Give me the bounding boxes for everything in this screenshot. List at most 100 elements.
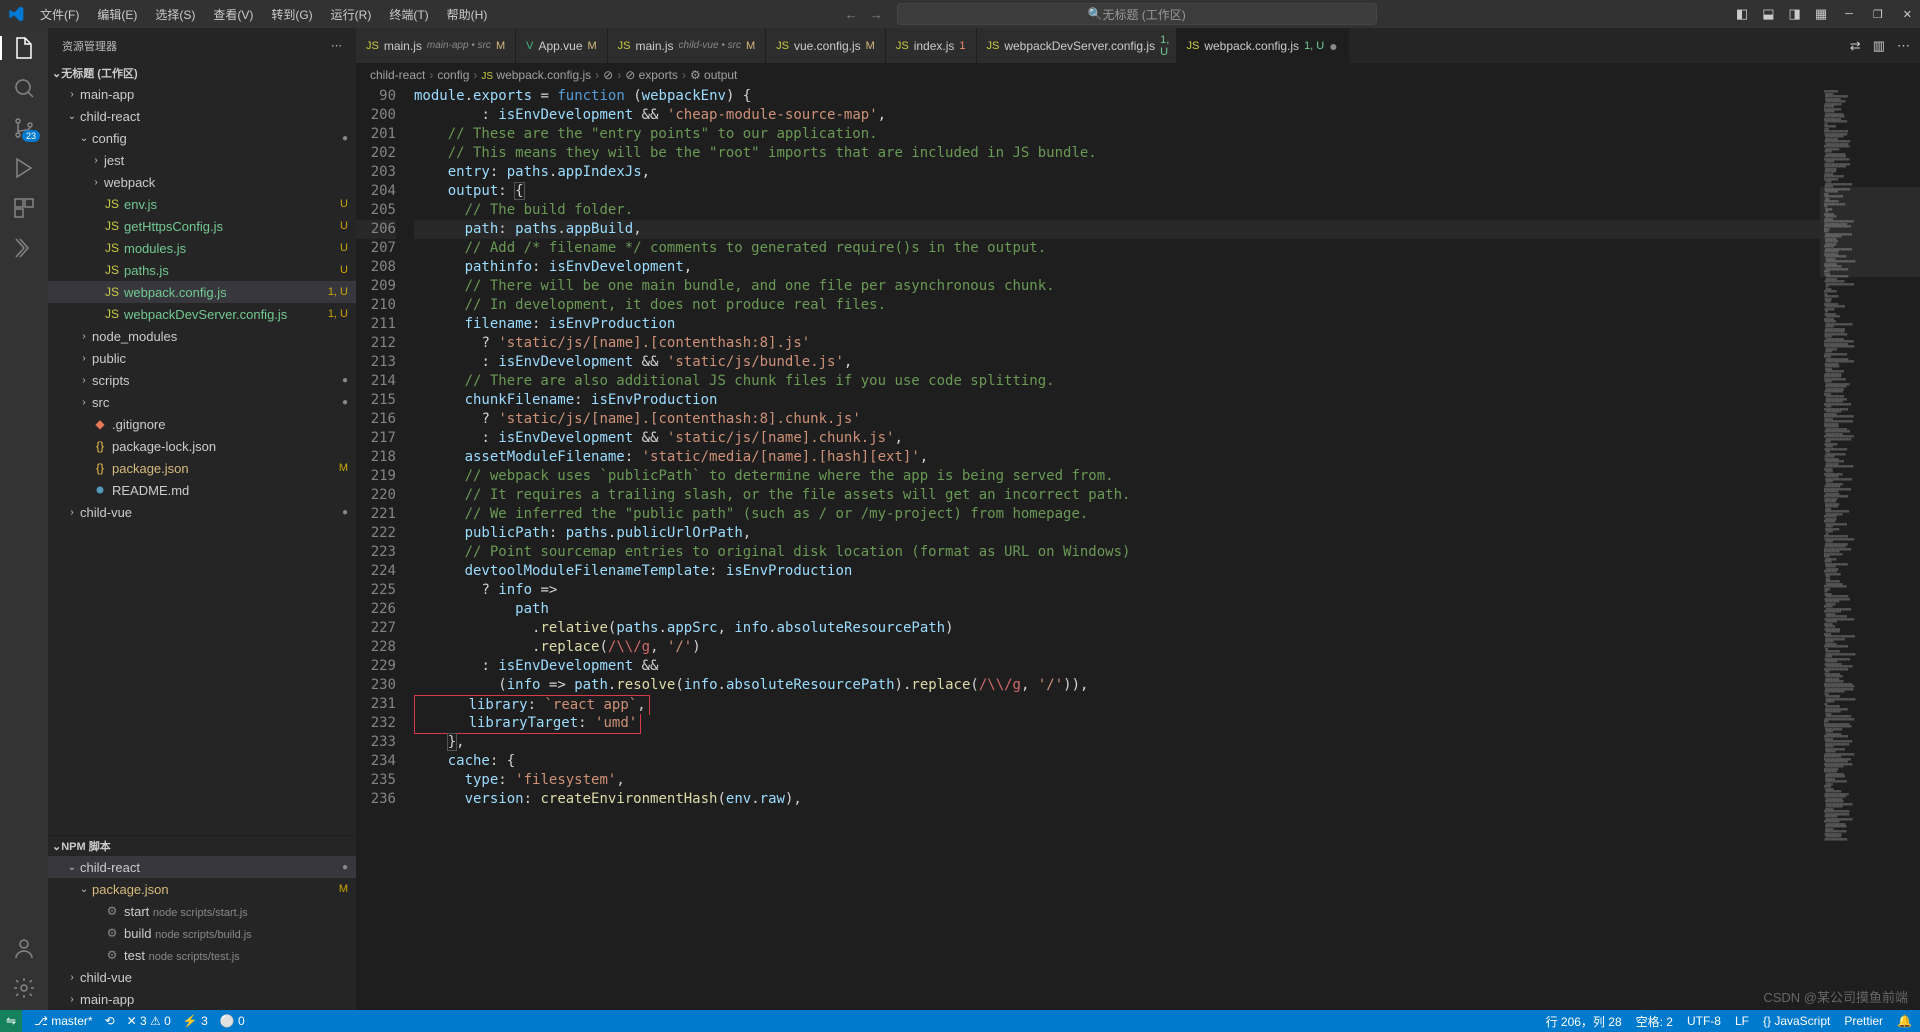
search-icon[interactable] [12,76,36,100]
editor-area: JSmain.jsmain-app • srcMVApp.vueMJSmain.… [356,28,1920,1010]
npm-item[interactable]: ⚙test node scripts/test.js [48,944,356,966]
tree-folder[interactable]: ›jest [48,149,356,171]
breadcrumb-item[interactable]: ⊘ exports [625,68,678,82]
menu-item[interactable]: 转到(G) [263,4,320,25]
workspace-root[interactable]: ⌄无标题 (工作区) [48,63,356,83]
close-window-icon[interactable]: ✕ [1903,8,1912,21]
source-control-icon[interactable]: 23 [12,116,36,140]
settings-gear-icon[interactable] [12,976,36,1000]
editor-tab[interactable]: JSmain.jschild-vue • srcM [608,28,766,63]
minimize-icon[interactable]: ─ [1845,8,1853,21]
git-branch[interactable]: ⎇ master* [34,1014,93,1028]
nav-back-icon[interactable]: ← [845,7,858,22]
tab-close-icon[interactable]: ● [1329,38,1337,54]
editor-tab[interactable]: JSwebpackDevServer.config.js1, U [977,28,1177,63]
tree-file[interactable]: JSwebpackDevServer.config.js1, U [48,303,356,325]
tree-folder[interactable]: ›src● [48,391,356,413]
npm-item[interactable]: ⌄package.jsonM [48,878,356,900]
menu-item[interactable]: 运行(R) [323,4,380,25]
tree-file[interactable]: {}package-lock.json [48,435,356,457]
editor-tab[interactable]: JSindex.js1 [886,28,977,63]
notifications-bell-icon[interactable]: 🔔 [1897,1014,1912,1028]
language-mode[interactable]: {} JavaScript [1763,1014,1830,1028]
account-icon[interactable] [12,936,36,960]
more-icon[interactable]: ⋯ [331,39,342,52]
layout-panel-icon[interactable]: ⬓ [1762,6,1774,22]
npm-item[interactable]: ›child-vue [48,966,356,988]
tree-folder[interactable]: ⌄child-react [48,105,356,127]
breadcrumb-item[interactable]: JS webpack.config.js [481,68,591,82]
npm-item[interactable]: ›main-app [48,988,356,1010]
tree-file[interactable]: ◆.gitignore [48,413,356,435]
npm-title: NPM 脚本 [61,838,111,854]
npm-tree: ⌄child-react●⌄package.jsonM⚙start node s… [48,856,356,1010]
tree-file[interactable]: JSpaths.jsU [48,259,356,281]
minimap[interactable]: ██████████ ██████ ████████████████ █████… [1820,87,1920,1010]
more-actions-icon[interactable]: ⋯ [1897,38,1910,54]
encoding[interactable]: UTF-8 [1687,1014,1721,1028]
tree-file[interactable]: JSmodules.jsU [48,237,356,259]
menu-item[interactable]: 文件(F) [32,4,87,25]
root-label: 无标题 (工作区) [61,65,137,81]
tree-folder[interactable]: ›webpack [48,171,356,193]
cursor-position[interactable]: 行 206，列 28 [1546,1013,1622,1030]
npm-item[interactable]: ⚙build node scripts/build.js [48,922,356,944]
npm-scripts-section[interactable]: ⌄NPM 脚本 [48,836,356,856]
tree-folder[interactable]: ›public [48,347,356,369]
editor-tab[interactable]: JSvue.config.jsM [766,28,886,63]
sidebar-title: 资源管理器 [62,38,117,54]
layout-sidebar-left-icon[interactable]: ◧ [1736,6,1748,22]
editor-tab[interactable]: JSmain.jsmain-app • srcM [356,28,516,63]
sidebar: 资源管理器 ⋯ ⌄无标题 (工作区) ›main-app⌄child-react… [48,28,356,1010]
menu-item[interactable]: 查看(V) [205,4,261,25]
extensions-icon[interactable] [12,196,36,220]
breadcrumb-item[interactable]: config [437,68,469,82]
editor-tab[interactable]: VApp.vueM [516,28,608,63]
command-center[interactable]: 🔍 无标题 (工作区) [897,3,1377,25]
npm-item[interactable]: ⚙start node scripts/start.js [48,900,356,922]
statusbar: ⇋ ⎇ master* ⟲ ✕ 3 ⚠ 0 ⚡ 3 ⚪ 0 行 206，列 28… [0,1010,1920,1032]
tree-file[interactable]: JSgetHttpsConfig.jsU [48,215,356,237]
indent[interactable]: 空格: 2 [1636,1013,1673,1030]
tree-folder[interactable]: ›child-vue● [48,501,356,523]
breadcrumb-item[interactable]: ⚙ output [690,68,737,82]
diagnostics[interactable]: ⚡ 3 [183,1014,208,1028]
watermark: CSDN @某公司摸鱼前端 [1763,987,1908,1006]
breadcrumb[interactable]: child-react›config›JS webpack.config.js›… [356,63,1920,87]
layout-customize-icon[interactable]: ▦ [1815,6,1827,22]
sync-icon[interactable]: ⟲ [105,1014,115,1028]
editor-tab[interactable]: JSwebpack.config.js1, U● [1177,28,1349,63]
nav-forward-icon[interactable]: → [870,7,883,22]
menu-item[interactable]: 终端(T) [381,4,436,25]
maximize-icon[interactable]: ❐ [1873,8,1883,21]
tree-file[interactable]: JSwebpack.config.js1, U [48,281,356,303]
activity-bar: 23 [0,28,48,1010]
tree-folder[interactable]: ›main-app [48,83,356,105]
tree-folder[interactable]: ⌄config● [48,127,356,149]
explorer-icon[interactable] [12,36,36,60]
problems[interactable]: ✕ 3 ⚠ 0 [127,1014,171,1028]
menu-item[interactable]: 帮助(H) [439,4,496,25]
code-content[interactable]: module.exports = function (webpackEnv) {… [414,87,1820,1010]
prettier-status[interactable]: Prettier [1844,1014,1883,1028]
compare-changes-icon[interactable]: ⇄ [1850,38,1861,54]
tree-folder[interactable]: ›scripts● [48,369,356,391]
eol[interactable]: LF [1735,1014,1749,1028]
menu-item[interactable]: 编辑(E) [89,4,145,25]
menu-item[interactable]: 选择(S) [147,4,203,25]
remote-indicator[interactable]: ⇋ [0,1010,22,1032]
tree-file[interactable]: README.md [48,479,356,501]
run-debug-icon[interactable] [12,156,36,180]
layout-sidebar-right-icon[interactable]: ◨ [1789,6,1801,22]
breadcrumb-item[interactable]: child-react [370,68,425,82]
breadcrumb-item[interactable]: ⊘ [603,68,613,82]
port-forward[interactable]: ⚪ 0 [220,1014,245,1028]
tree-file[interactable]: {}package.jsonM [48,457,356,479]
minimap-viewport[interactable] [1820,187,1920,277]
split-editor-icon[interactable]: ▥ [1873,38,1885,54]
gitlens-icon[interactable] [12,236,36,260]
search-title: 无标题 (工作区) [1102,6,1185,23]
tree-folder[interactable]: ›node_modules [48,325,356,347]
tree-file[interactable]: JSenv.jsU [48,193,356,215]
npm-item[interactable]: ⌄child-react● [48,856,356,878]
